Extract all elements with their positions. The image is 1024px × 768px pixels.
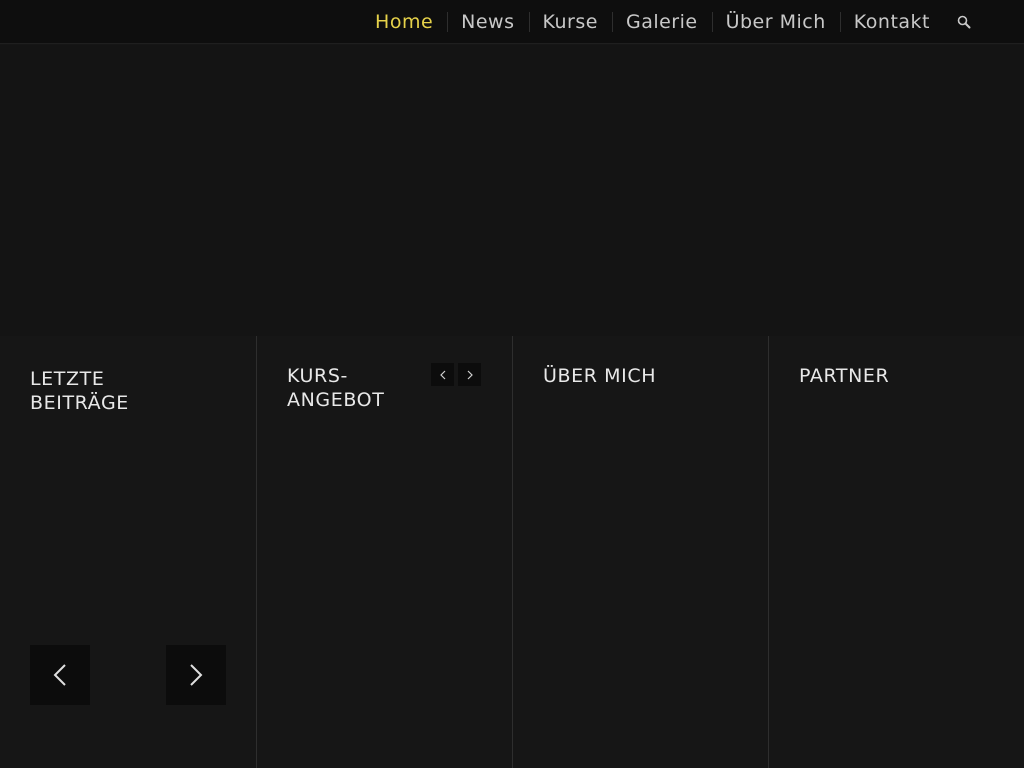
chevron-left-icon (53, 664, 66, 686)
latest-posts-title-line1: LETZTE (30, 368, 105, 390)
widget-columns: LETZTE BEITRÄGE KURS- ANGEBOT ÜBER MICH … (0, 336, 1024, 768)
courses-prev-button[interactable] (431, 363, 454, 386)
about-title: ÜBER MICH (543, 365, 657, 387)
about-column: ÜBER MICH (512, 336, 768, 768)
latest-posts-next-button[interactable] (166, 645, 226, 705)
latest-posts-title: LETZTE BEITRÄGE (30, 367, 129, 415)
latest-posts-column: LETZTE BEITRÄGE (0, 336, 256, 768)
courses-next-button[interactable] (458, 363, 481, 386)
hero-area (0, 45, 1024, 336)
main-nav: Home News Kurse Galerie Über Mich Kontak… (361, 0, 984, 44)
partner-title: PARTNER (799, 365, 890, 387)
latest-posts-prev-button[interactable] (30, 645, 90, 705)
courses-title-line2: ANGEBOT (287, 389, 385, 411)
courses-column: KURS- ANGEBOT (256, 336, 512, 768)
nav-item-home[interactable]: Home (361, 0, 447, 44)
nav-item-ueber-mich[interactable]: Über Mich (711, 0, 840, 44)
chevron-right-icon (467, 370, 473, 379)
courses-title: KURS- ANGEBOT (287, 364, 384, 412)
nav-item-galerie[interactable]: Galerie (611, 0, 712, 44)
nav-item-news[interactable]: News (447, 0, 528, 44)
search-icon (957, 15, 971, 29)
courses-title-line1: KURS- (287, 365, 348, 387)
partner-column: PARTNER (768, 336, 1024, 768)
latest-posts-title-line2: BEITRÄGE (30, 392, 129, 414)
chevron-right-icon (190, 664, 203, 686)
nav-item-kontakt[interactable]: Kontakt (839, 0, 944, 44)
top-navigation-bar: Home News Kurse Galerie Über Mich Kontak… (0, 0, 1024, 44)
search-button[interactable] (944, 0, 984, 44)
nav-item-kurse[interactable]: Kurse (528, 0, 612, 44)
chevron-left-icon (439, 370, 445, 379)
courses-slider-controls (431, 363, 481, 386)
